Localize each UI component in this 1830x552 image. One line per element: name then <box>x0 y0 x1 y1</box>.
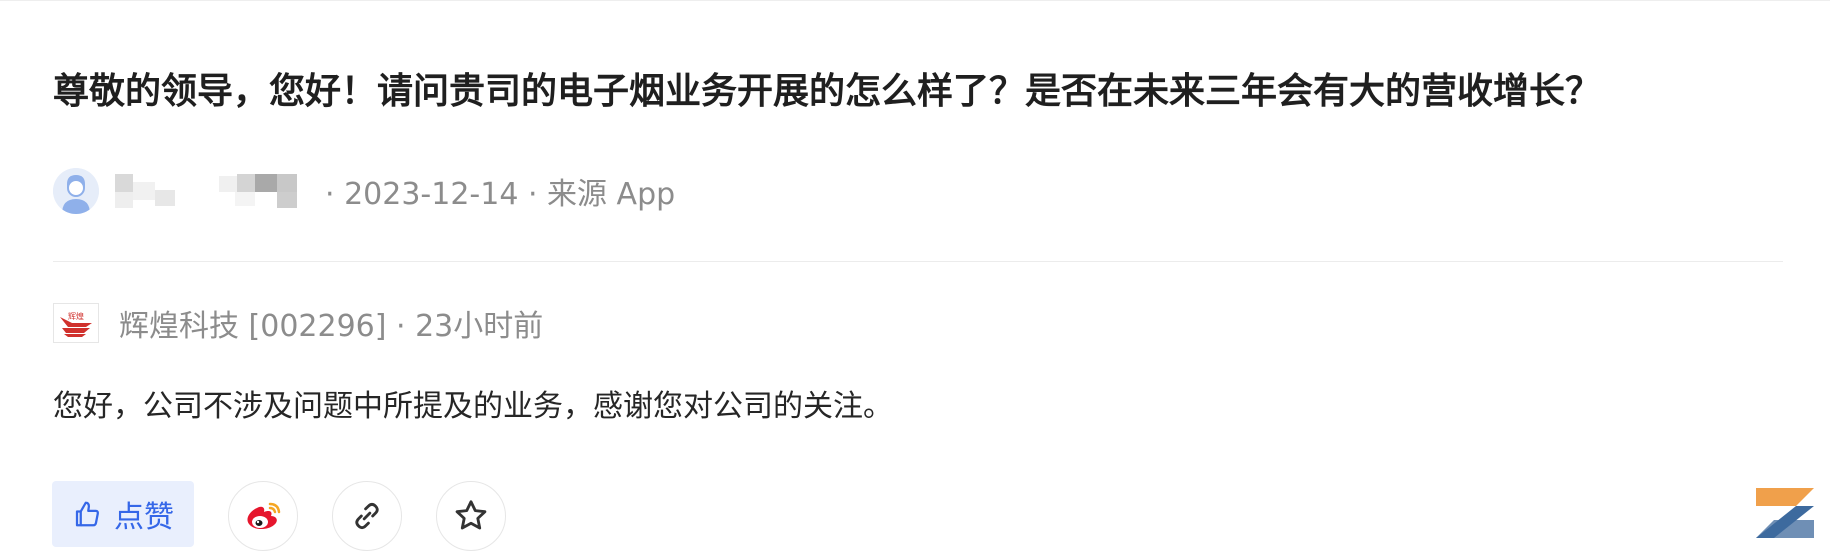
favorite-button[interactable] <box>436 481 506 551</box>
section-divider <box>53 261 1783 262</box>
thumbs-up-icon <box>72 499 102 529</box>
svg-text:辉煌: 辉煌 <box>68 311 84 321</box>
answer-text: 您好，公司不涉及问题中所提及的业务，感谢您对公司的关注。 <box>53 389 893 424</box>
question-date-source: · 2023-12-14 · 来源 App <box>325 177 676 212</box>
user-avatar[interactable] <box>53 168 99 214</box>
top-divider <box>0 0 1830 1</box>
answer-company-meta[interactable]: 辉煌科技 [002296] · 23小时前 <box>119 301 543 345</box>
star-icon <box>455 500 487 530</box>
share-weibo-button[interactable] <box>228 481 298 551</box>
like-button[interactable]: 点赞 <box>52 481 194 547</box>
user-avatar-icon <box>53 168 99 214</box>
username-redacted <box>115 170 315 212</box>
weibo-icon <box>247 502 281 530</box>
watermark-logo <box>1756 488 1814 538</box>
question-title: 尊敬的领导，您好！请问贵司的电子烟业务开展的怎么样了？是否在未来三年会有大的营收… <box>53 71 1602 112</box>
question-meta: · 2023-12-14 · 来源 App <box>53 166 675 216</box>
company-logo-icon: 辉煌 <box>60 311 92 337</box>
link-icon <box>355 502 379 530</box>
answer-header: 辉煌 辉煌科技 [002296] · 23小时前 <box>53 298 543 348</box>
like-label: 点赞 <box>114 500 174 535</box>
company-logo[interactable]: 辉煌 <box>53 303 99 343</box>
copy-link-button[interactable] <box>332 481 402 551</box>
